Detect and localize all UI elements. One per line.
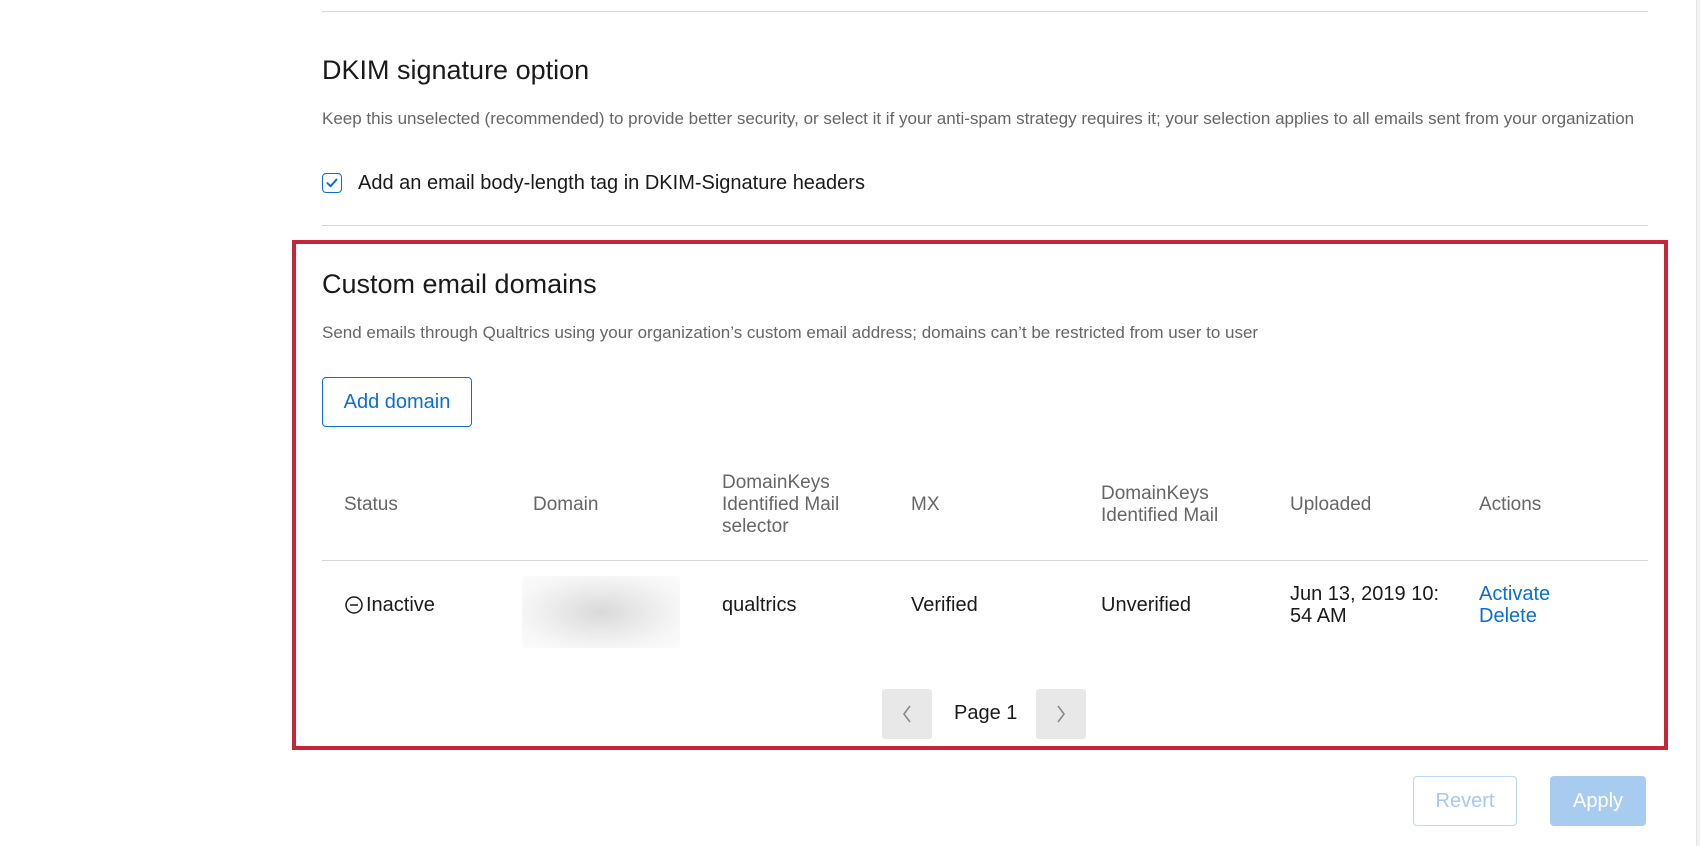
top-divider [322, 11, 1648, 12]
page-scrollbar[interactable] [1696, 0, 1700, 846]
dkim-section-title: DKIM signature option [322, 55, 590, 85]
body-length-checkbox-label: Add an email body-length tag in DKIM-Sig… [358, 171, 865, 194]
dkim-body-length-option[interactable]: Add an email body-length tag in DKIM-Sig… [322, 170, 865, 196]
checkmark-icon [326, 178, 338, 188]
section-divider [322, 225, 1648, 226]
body-length-checkbox[interactable] [322, 173, 342, 193]
revert-button[interactable]: Revert [1413, 776, 1517, 826]
dkim-section-description: Keep this unselected (recommended) to pr… [322, 109, 1635, 128]
apply-button[interactable]: Apply [1550, 776, 1646, 826]
highlight-frame [292, 240, 1668, 750]
